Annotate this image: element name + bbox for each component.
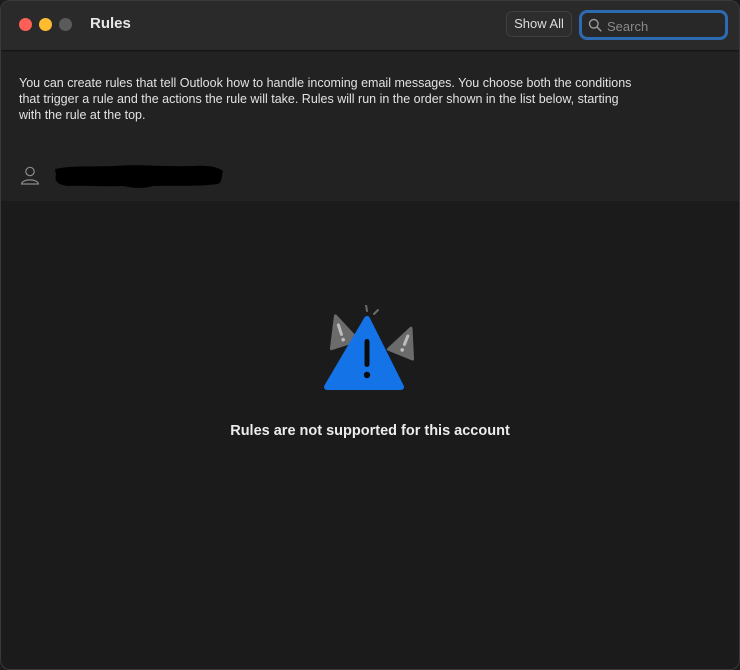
search-field[interactable] — [579, 10, 728, 40]
warning-triangle-icon — [324, 305, 415, 390]
show-all-button[interactable]: Show All — [506, 11, 572, 37]
search-input[interactable] — [607, 16, 722, 36]
minimize-window-button[interactable] — [39, 18, 52, 31]
close-window-button[interactable] — [19, 18, 32, 31]
rules-header-area: You can create rules that tell Outlook h… — [1, 52, 739, 201]
rules-description: You can create rules that tell Outlook h… — [19, 76, 632, 122]
account-row[interactable] — [19, 163, 259, 189]
redacted-account-name — [55, 165, 223, 188]
search-icon — [588, 18, 602, 32]
rules-window: Rules Show All You can create rules that… — [0, 0, 740, 670]
zoom-window-button[interactable] — [59, 18, 72, 31]
person-icon — [20, 166, 40, 185]
title-bar: Rules Show All — [1, 1, 739, 51]
empty-state-message: Rules are not supported for this account — [230, 423, 510, 439]
rules-list-area: Rules are not supported for this account — [1, 201, 739, 669]
window-title: Rules — [90, 15, 131, 32]
